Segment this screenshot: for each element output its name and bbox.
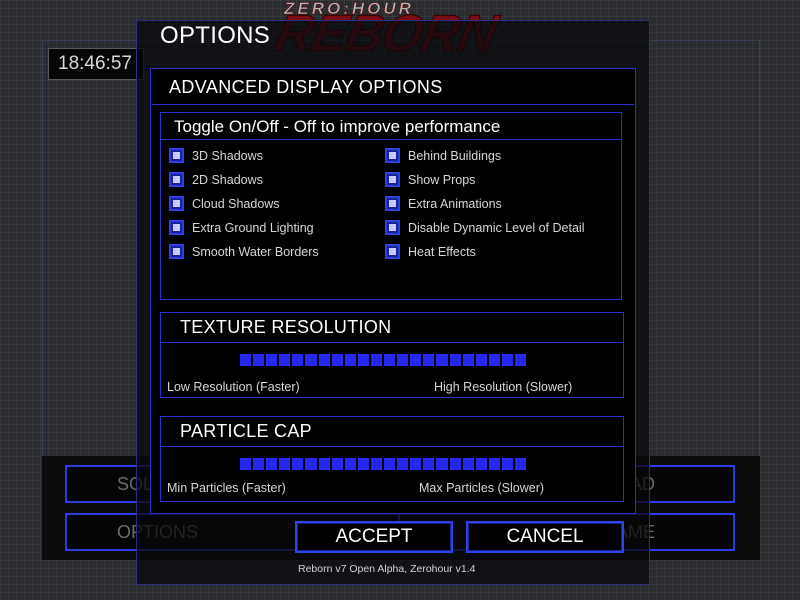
slider-segment <box>318 354 330 366</box>
slider-segment <box>240 458 252 470</box>
slider-segment <box>449 458 461 470</box>
checkbox-label: Behind Buildings <box>408 149 502 163</box>
toggle-section-title: Toggle On/Off - Off to improve performan… <box>174 117 501 136</box>
checkbox-label: 2D Shadows <box>192 173 263 187</box>
advanced-header-divider <box>152 104 634 105</box>
slider-segment <box>279 458 291 470</box>
toggle-section-divider <box>161 139 621 140</box>
slider-segment <box>253 458 265 470</box>
advanced-display-title: ADVANCED DISPLAY OPTIONS <box>169 77 443 97</box>
accept-button[interactable]: ACCEPT <box>295 521 453 553</box>
slider-segment <box>370 458 383 470</box>
checkbox-show-props[interactable] <box>385 172 400 187</box>
slider-segment <box>462 354 474 366</box>
slider-segment <box>331 354 343 366</box>
checkbox-label: Extra Animations <box>408 197 502 211</box>
checkbox-2d-shadows[interactable] <box>169 172 184 187</box>
checkbox-label: Extra Ground Lighting <box>192 221 314 235</box>
checkbox-extra-animations[interactable] <box>385 196 400 211</box>
slider-segment <box>397 458 409 470</box>
checkbox-label: Show Props <box>408 173 476 187</box>
slider-segment <box>344 354 356 366</box>
checkbox-behind-buildings[interactable] <box>385 148 400 163</box>
slider-segment <box>357 458 369 470</box>
slider-segment <box>253 354 265 366</box>
slider-segment <box>449 354 461 366</box>
checkbox-heat-effects[interactable] <box>385 244 400 259</box>
slider-segment <box>266 354 278 366</box>
checkbox-label: 3D Shadows <box>192 149 263 163</box>
slider-segment <box>514 458 527 470</box>
texture-high-label: High Resolution (Slower) <box>434 380 573 394</box>
texture-resolution-slider[interactable] <box>240 354 527 366</box>
version-footer: Reborn v7 Open Alpha, Zerohour v1.4 <box>298 563 476 575</box>
checkbox-label: Heat Effects <box>408 245 476 259</box>
slider-segment <box>240 354 252 366</box>
slider-segment <box>279 354 291 366</box>
checkbox-cloud-shadows[interactable] <box>169 196 184 211</box>
slider-segment <box>318 458 330 470</box>
slider-segment <box>384 354 396 366</box>
slider-segment <box>423 458 435 470</box>
checkbox-label: Smooth Water Borders <box>192 245 319 259</box>
slider-segment <box>344 458 356 470</box>
slider-segment <box>436 354 448 366</box>
particle-cap-title: PARTICLE CAP <box>180 421 312 441</box>
particle-max-label: Max Particles (Slower) <box>419 481 545 495</box>
slider-segment <box>488 354 500 366</box>
particle-cap-slider[interactable] <box>240 458 527 470</box>
dialog-title: OPTIONS <box>160 22 271 49</box>
particle-section-divider <box>161 446 623 447</box>
slider-segment <box>423 354 435 366</box>
slider-segment <box>475 354 487 366</box>
checkbox-3d-shadows[interactable] <box>169 148 184 163</box>
slider-segment <box>397 354 409 366</box>
slider-segment <box>488 458 500 470</box>
slider-segment <box>501 458 513 470</box>
checkbox-label: Cloud Shadows <box>192 197 280 211</box>
slider-segment <box>305 458 317 470</box>
slider-segment <box>292 458 304 470</box>
texture-resolution-title: TEXTURE RESOLUTION <box>180 317 392 337</box>
slider-segment <box>370 354 383 366</box>
checkbox-extra-ground-lighting[interactable] <box>169 220 184 235</box>
checkbox-smooth-water-borders[interactable] <box>169 244 184 259</box>
slider-segment <box>462 458 474 470</box>
cancel-button[interactable]: CANCEL <box>466 521 624 553</box>
slider-segment <box>357 354 369 366</box>
checkbox-label: Disable Dynamic Level of Detail <box>408 221 585 235</box>
slider-segment <box>305 354 317 366</box>
slider-segment <box>514 354 527 366</box>
slider-segment <box>384 458 396 470</box>
slider-segment <box>331 458 343 470</box>
checkbox-disable-dynamic-lod[interactable] <box>385 220 400 235</box>
slider-segment <box>266 458 278 470</box>
particle-min-label: Min Particles (Faster) <box>167 481 286 495</box>
slider-segment <box>410 458 422 470</box>
texture-section-divider <box>161 342 623 343</box>
slider-segment <box>436 458 448 470</box>
texture-low-label: Low Resolution (Faster) <box>167 380 300 394</box>
clock: 18:46:57 <box>48 48 144 80</box>
slider-segment <box>501 354 513 366</box>
slider-segment <box>475 458 487 470</box>
slider-segment <box>410 354 422 366</box>
slider-segment <box>292 354 304 366</box>
